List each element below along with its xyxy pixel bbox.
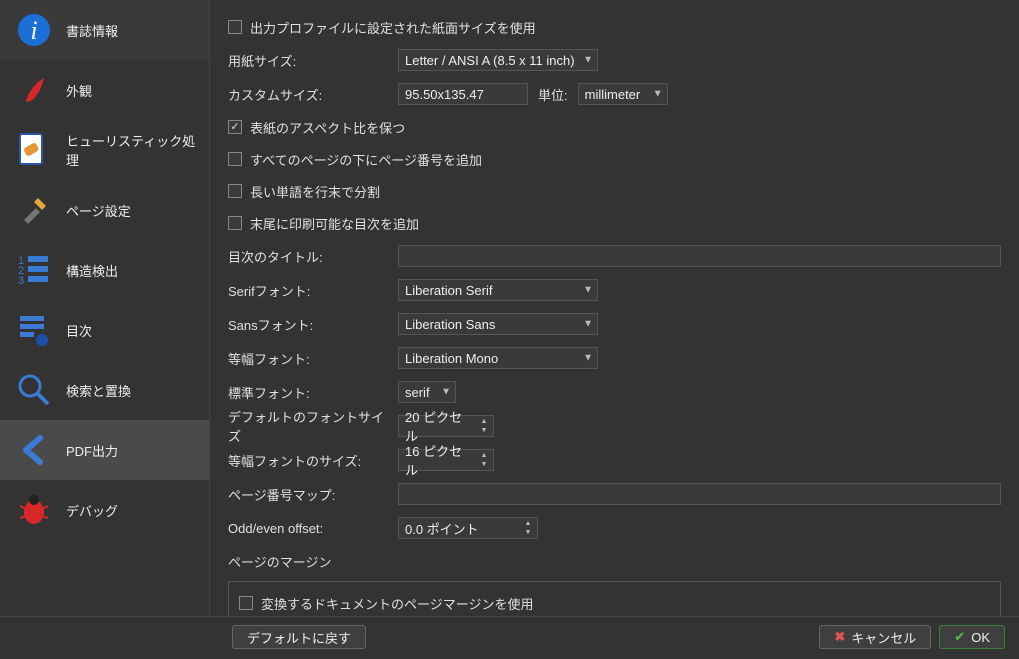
label-add-page-numbers: すべてのページの下にページ番号を追加 — [250, 150, 482, 169]
label-std-font: 標準フォント: — [228, 383, 388, 402]
sidebar: i 書誌情報 外観 ヒューリスティック処理 ページ設定 123 — [0, 0, 210, 616]
sidebar-item-search-replace[interactable]: 検索と置換 — [0, 360, 209, 420]
sidebar-item-label: 外観 — [66, 81, 92, 100]
input-page-number-map[interactable] — [398, 483, 1001, 505]
sidebar-item-label: ページ設定 — [66, 201, 131, 220]
bandage-icon — [14, 130, 54, 170]
sidebar-item-toc[interactable]: 目次 — [0, 300, 209, 360]
label-mono-font: 等幅フォント: — [228, 349, 388, 368]
sidebar-item-label: PDF出力 — [66, 441, 118, 460]
sidebar-item-label: 目次 — [66, 321, 92, 340]
label-toc-title: 目次のタイトル: — [228, 247, 388, 266]
sidebar-item-label: デバッグ — [66, 501, 118, 520]
magnifier-icon — [14, 370, 54, 410]
sidebar-item-debug[interactable]: デバッグ — [0, 480, 209, 540]
label-use-profile-paper-size: 出力プロファイルに設定された紙面サイズを使用 — [250, 18, 536, 37]
select-mono-font[interactable]: Liberation Mono ▼ — [398, 347, 598, 369]
label-preserve-aspect: 表紙のアスペクト比を保つ — [250, 118, 405, 137]
cancel-button[interactable]: ✖ キャンセル — [819, 625, 931, 649]
label-custom-size: カスタムサイズ: — [228, 85, 388, 104]
check-icon: ✔ — [954, 629, 965, 645]
spinner-odd-even-offset[interactable]: 0.0 ポイント ▲▼ — [398, 517, 538, 539]
checkbox-split-long-words[interactable] — [228, 184, 242, 198]
sidebar-item-look-feel[interactable]: 外観 — [0, 60, 209, 120]
label-mono-font-size: 等幅フォントのサイズ: — [228, 451, 388, 470]
sidebar-item-label: ヒューリスティック処理 — [66, 131, 197, 169]
ok-button[interactable]: ✔ OK — [939, 625, 1005, 649]
spinner-buttons[interactable]: ▲▼ — [521, 518, 535, 538]
label-use-doc-margin: 変換するドキュメントのページマージンを使用 — [261, 594, 533, 613]
svg-text:i: i — [30, 16, 37, 45]
label-serif-font: Serifフォント: — [228, 281, 388, 300]
restore-defaults-button[interactable]: デフォルトに戻す — [232, 625, 366, 649]
close-icon: ✖ — [834, 629, 845, 645]
spinner-buttons[interactable]: ▲▼ — [477, 450, 491, 470]
checkbox-preserve-aspect[interactable] — [228, 120, 242, 134]
footer: デフォルトに戻す ✖ キャンセル ✔ OK — [0, 616, 1019, 659]
sidebar-item-label: 書誌情報 — [66, 21, 118, 40]
select-serif-font[interactable]: Liberation Serif ▼ — [398, 279, 598, 301]
checkbox-add-printable-toc[interactable] — [228, 216, 242, 230]
label-sans-font: Sansフォント: — [228, 315, 388, 334]
sidebar-item-structure[interactable]: 123 構造検出 — [0, 240, 209, 300]
label-default-font-size: デフォルトのフォントサイズ — [228, 407, 388, 445]
checkbox-use-doc-margin[interactable] — [239, 596, 253, 610]
chevron-down-icon: ▼ — [583, 353, 593, 364]
content-panel: 出力プロファイルに設定された紙面サイズを使用 用紙サイズ: Letter / A… — [210, 0, 1019, 616]
label-margin-section: ページのマージン — [228, 552, 1001, 571]
toc-hand-icon — [14, 310, 54, 350]
label-add-printable-toc: 末尾に印刷可能な目次を追加 — [250, 214, 419, 233]
bug-icon — [14, 490, 54, 530]
chevron-left-icon — [14, 430, 54, 470]
svg-text:3: 3 — [18, 275, 24, 287]
label-split-long-words: 長い単語を行末で分割 — [250, 182, 380, 201]
spinner-mono-font-size[interactable]: 16 ピクセル ▲▼ — [398, 449, 494, 471]
input-toc-title[interactable] — [398, 245, 1001, 267]
sidebar-item-page-setup[interactable]: ページ設定 — [0, 180, 209, 240]
sidebar-item-pdf-output[interactable]: PDF出力 — [0, 420, 209, 480]
chevron-down-icon: ▼ — [583, 55, 593, 66]
chevron-down-icon: ▼ — [653, 89, 663, 100]
select-paper-size[interactable]: Letter / ANSI A (8.5 x 11 inch) ▼ — [398, 49, 598, 71]
sidebar-item-label: 構造検出 — [66, 261, 118, 280]
input-custom-size[interactable]: 95.50x135.47 — [398, 83, 528, 105]
chevron-down-icon: ▼ — [583, 319, 593, 330]
select-sans-font[interactable]: Liberation Sans ▼ — [398, 313, 598, 335]
select-unit[interactable]: millimeter ▼ — [578, 83, 668, 105]
brush-icon — [14, 70, 54, 110]
sidebar-item-label: 検索と置換 — [66, 381, 131, 400]
label-page-number-map: ページ番号マップ: — [228, 485, 388, 504]
margin-group: 変換するドキュメントのページマージンを使用 — [228, 581, 1001, 616]
sidebar-item-heuristic[interactable]: ヒューリスティック処理 — [0, 120, 209, 180]
label-odd-even-offset: Odd/even offset: — [228, 521, 388, 536]
chevron-down-icon: ▼ — [441, 387, 451, 398]
label-paper-size: 用紙サイズ: — [228, 51, 388, 70]
info-icon: i — [14, 10, 54, 50]
checkbox-use-profile-paper-size[interactable] — [228, 20, 242, 34]
list-numbered-icon: 123 — [14, 250, 54, 290]
label-unit: 単位: — [538, 85, 568, 104]
checkbox-add-page-numbers[interactable] — [228, 152, 242, 166]
spinner-default-font-size[interactable]: 20 ピクセル ▲▼ — [398, 415, 494, 437]
chevron-down-icon: ▼ — [583, 285, 593, 296]
sidebar-item-metadata[interactable]: i 書誌情報 — [0, 0, 209, 60]
select-std-font[interactable]: serif ▼ — [398, 381, 456, 403]
tools-icon — [14, 190, 54, 230]
spinner-buttons[interactable]: ▲▼ — [477, 416, 491, 436]
